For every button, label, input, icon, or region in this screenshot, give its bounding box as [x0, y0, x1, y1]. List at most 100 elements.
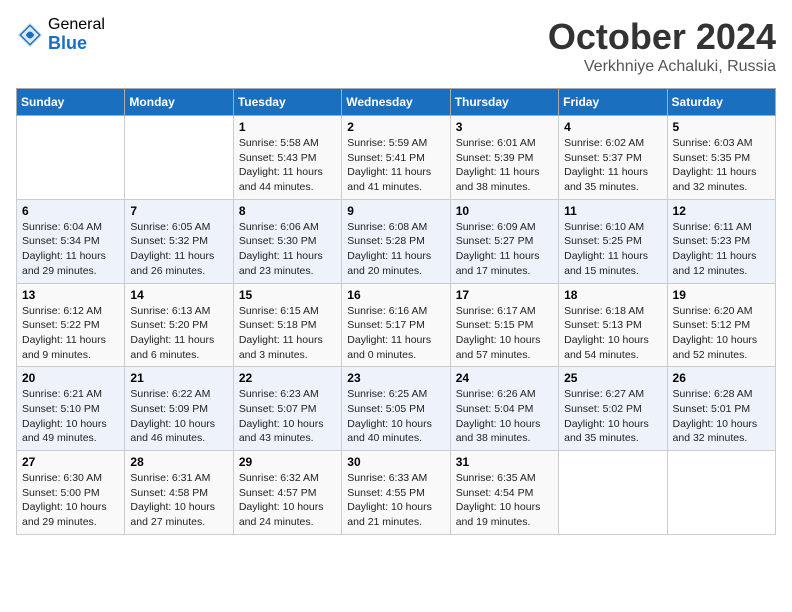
calendar-cell: 7Sunrise: 6:05 AM Sunset: 5:32 PM Daylig…	[125, 199, 233, 283]
day-number: 3	[456, 120, 553, 134]
day-number: 14	[130, 288, 227, 302]
header-day: Tuesday	[233, 89, 341, 116]
calendar-cell	[125, 116, 233, 200]
calendar-cell: 22 Sunrise: 6:23 AM Sunset: 5:07 PM Dayli…	[233, 367, 341, 451]
day-info: Sunrise: 6:21 AM Sunset: 5:10 PM Dayligh…	[22, 387, 119, 446]
day-info: Sunrise: 6:31 AM Sunset: 4:58 PM Dayligh…	[130, 471, 227, 530]
day-info: Sunrise: 6:08 AM Sunset: 5:28 PM Dayligh…	[347, 220, 444, 279]
day-number: 11	[564, 204, 661, 218]
day-info: Sunrise: 6:17 AM Sunset: 5:15 PM Dayligh…	[456, 304, 553, 363]
calendar-header: SundayMondayTuesdayWednesdayThursdayFrid…	[17, 89, 776, 116]
page-header: General Blue October 2024 Verkhniye Acha…	[16, 16, 776, 76]
day-number: 10	[456, 204, 553, 218]
day-info: Sunrise: 6:20 AM Sunset: 5:12 PM Dayligh…	[673, 304, 770, 363]
calendar-cell: 13 Sunrise: 6:12 AM Sunset: 5:22 PM Dayli…	[17, 283, 125, 367]
day-number: 21	[130, 371, 227, 385]
calendar-cell: 29Sunrise: 6:32 AM Sunset: 4:57 PM Dayli…	[233, 451, 341, 535]
calendar-cell: 1 Sunrise: 5:58 AM Sunset: 5:43 PM Daylig…	[233, 116, 341, 200]
day-number: 9	[347, 204, 444, 218]
header-day: Sunday	[17, 89, 125, 116]
calendar-cell: 26Sunrise: 6:28 AM Sunset: 5:01 PM Dayli…	[667, 367, 775, 451]
day-number: 26	[673, 371, 770, 385]
calendar-cell: 18 Sunrise: 6:18 AM Sunset: 5:13 PM Dayli…	[559, 283, 667, 367]
calendar-cell	[17, 116, 125, 200]
day-info: Sunrise: 6:13 AM Sunset: 5:20 PM Dayligh…	[130, 304, 227, 363]
calendar-cell: 30Sunrise: 6:33 AM Sunset: 4:55 PM Dayli…	[342, 451, 450, 535]
day-number: 1	[239, 120, 336, 134]
day-info: Sunrise: 6:35 AM Sunset: 4:54 PM Dayligh…	[456, 471, 553, 530]
calendar-cell: 14 Sunrise: 6:13 AM Sunset: 5:20 PM Dayli…	[125, 283, 233, 367]
calendar-body: 1 Sunrise: 5:58 AM Sunset: 5:43 PM Daylig…	[17, 116, 776, 535]
day-number: 19	[673, 288, 770, 302]
day-number: 28	[130, 455, 227, 469]
day-info: Sunrise: 6:33 AM Sunset: 4:55 PM Dayligh…	[347, 471, 444, 530]
calendar-cell: 5Sunrise: 6:03 AM Sunset: 5:35 PM Daylig…	[667, 116, 775, 200]
calendar-week-row: 6 Sunrise: 6:04 AM Sunset: 5:34 PM Daylig…	[17, 199, 776, 283]
calendar-cell	[559, 451, 667, 535]
header-row: SundayMondayTuesdayWednesdayThursdayFrid…	[17, 89, 776, 116]
day-info: Sunrise: 6:27 AM Sunset: 5:02 PM Dayligh…	[564, 387, 661, 446]
calendar-week-row: 13 Sunrise: 6:12 AM Sunset: 5:22 PM Dayli…	[17, 283, 776, 367]
day-number: 13	[22, 288, 119, 302]
logo-icon	[16, 21, 44, 49]
calendar-cell: 4 Sunrise: 6:02 AM Sunset: 5:37 PM Daylig…	[559, 116, 667, 200]
calendar-cell: 21 Sunrise: 6:22 AM Sunset: 5:09 PM Dayli…	[125, 367, 233, 451]
day-number: 22	[239, 371, 336, 385]
calendar-cell: 15Sunrise: 6:15 AM Sunset: 5:18 PM Dayli…	[233, 283, 341, 367]
day-info: Sunrise: 6:26 AM Sunset: 5:04 PM Dayligh…	[456, 387, 553, 446]
day-number: 12	[673, 204, 770, 218]
calendar-cell: 19 Sunrise: 6:20 AM Sunset: 5:12 PM Dayli…	[667, 283, 775, 367]
calendar-week-row: 20 Sunrise: 6:21 AM Sunset: 5:10 PM Dayli…	[17, 367, 776, 451]
day-number: 23	[347, 371, 444, 385]
calendar-cell: 2Sunrise: 5:59 AM Sunset: 5:41 PM Daylig…	[342, 116, 450, 200]
calendar-cell: 28 Sunrise: 6:31 AM Sunset: 4:58 PM Dayli…	[125, 451, 233, 535]
day-info: Sunrise: 6:12 AM Sunset: 5:22 PM Dayligh…	[22, 304, 119, 363]
calendar-cell: 12 Sunrise: 6:11 AM Sunset: 5:23 PM Dayli…	[667, 199, 775, 283]
day-number: 27	[22, 455, 119, 469]
day-number: 18	[564, 288, 661, 302]
logo-text: General Blue	[48, 16, 105, 53]
day-number: 6	[22, 204, 119, 218]
calendar-week-row: 27 Sunrise: 6:30 AM Sunset: 5:00 PM Dayli…	[17, 451, 776, 535]
calendar-cell: 24Sunrise: 6:26 AM Sunset: 5:04 PM Dayli…	[450, 367, 558, 451]
day-number: 2	[347, 120, 444, 134]
day-info: Sunrise: 6:11 AM Sunset: 5:23 PM Dayligh…	[673, 220, 770, 279]
day-info: Sunrise: 6:01 AM Sunset: 5:39 PM Dayligh…	[456, 136, 553, 195]
calendar-cell: 25 Sunrise: 6:27 AM Sunset: 5:02 PM Dayli…	[559, 367, 667, 451]
calendar-cell: 20 Sunrise: 6:21 AM Sunset: 5:10 PM Dayli…	[17, 367, 125, 451]
day-info: Sunrise: 6:23 AM Sunset: 5:07 PM Dayligh…	[239, 387, 336, 446]
day-number: 15	[239, 288, 336, 302]
day-number: 20	[22, 371, 119, 385]
header-day: Saturday	[667, 89, 775, 116]
main-title: October 2024	[548, 16, 776, 58]
calendar-cell: 31 Sunrise: 6:35 AM Sunset: 4:54 PM Dayli…	[450, 451, 558, 535]
day-number: 25	[564, 371, 661, 385]
day-number: 16	[347, 288, 444, 302]
day-info: Sunrise: 6:09 AM Sunset: 5:27 PM Dayligh…	[456, 220, 553, 279]
day-info: Sunrise: 6:05 AM Sunset: 5:32 PM Dayligh…	[130, 220, 227, 279]
day-info: Sunrise: 6:04 AM Sunset: 5:34 PM Dayligh…	[22, 220, 119, 279]
calendar-cell: 27 Sunrise: 6:30 AM Sunset: 5:00 PM Dayli…	[17, 451, 125, 535]
calendar-cell: 9 Sunrise: 6:08 AM Sunset: 5:28 PM Daylig…	[342, 199, 450, 283]
day-number: 31	[456, 455, 553, 469]
day-info: Sunrise: 6:02 AM Sunset: 5:37 PM Dayligh…	[564, 136, 661, 195]
day-info: Sunrise: 6:25 AM Sunset: 5:05 PM Dayligh…	[347, 387, 444, 446]
day-number: 17	[456, 288, 553, 302]
calendar-cell: 16Sunrise: 6:16 AM Sunset: 5:17 PM Dayli…	[342, 283, 450, 367]
day-info: Sunrise: 6:10 AM Sunset: 5:25 PM Dayligh…	[564, 220, 661, 279]
logo: General Blue	[16, 16, 105, 53]
calendar-cell: 8Sunrise: 6:06 AM Sunset: 5:30 PM Daylig…	[233, 199, 341, 283]
header-day: Monday	[125, 89, 233, 116]
day-info: Sunrise: 5:58 AM Sunset: 5:43 PM Dayligh…	[239, 136, 336, 195]
day-number: 4	[564, 120, 661, 134]
day-number: 8	[239, 204, 336, 218]
calendar-table: SundayMondayTuesdayWednesdayThursdayFrid…	[16, 88, 776, 535]
day-info: Sunrise: 6:22 AM Sunset: 5:09 PM Dayligh…	[130, 387, 227, 446]
calendar-week-row: 1 Sunrise: 5:58 AM Sunset: 5:43 PM Daylig…	[17, 116, 776, 200]
header-day: Friday	[559, 89, 667, 116]
header-day: Thursday	[450, 89, 558, 116]
day-number: 5	[673, 120, 770, 134]
day-info: Sunrise: 6:18 AM Sunset: 5:13 PM Dayligh…	[564, 304, 661, 363]
sub-title: Verkhniye Achaluki, Russia	[548, 58, 776, 76]
day-info: Sunrise: 6:30 AM Sunset: 5:00 PM Dayligh…	[22, 471, 119, 530]
